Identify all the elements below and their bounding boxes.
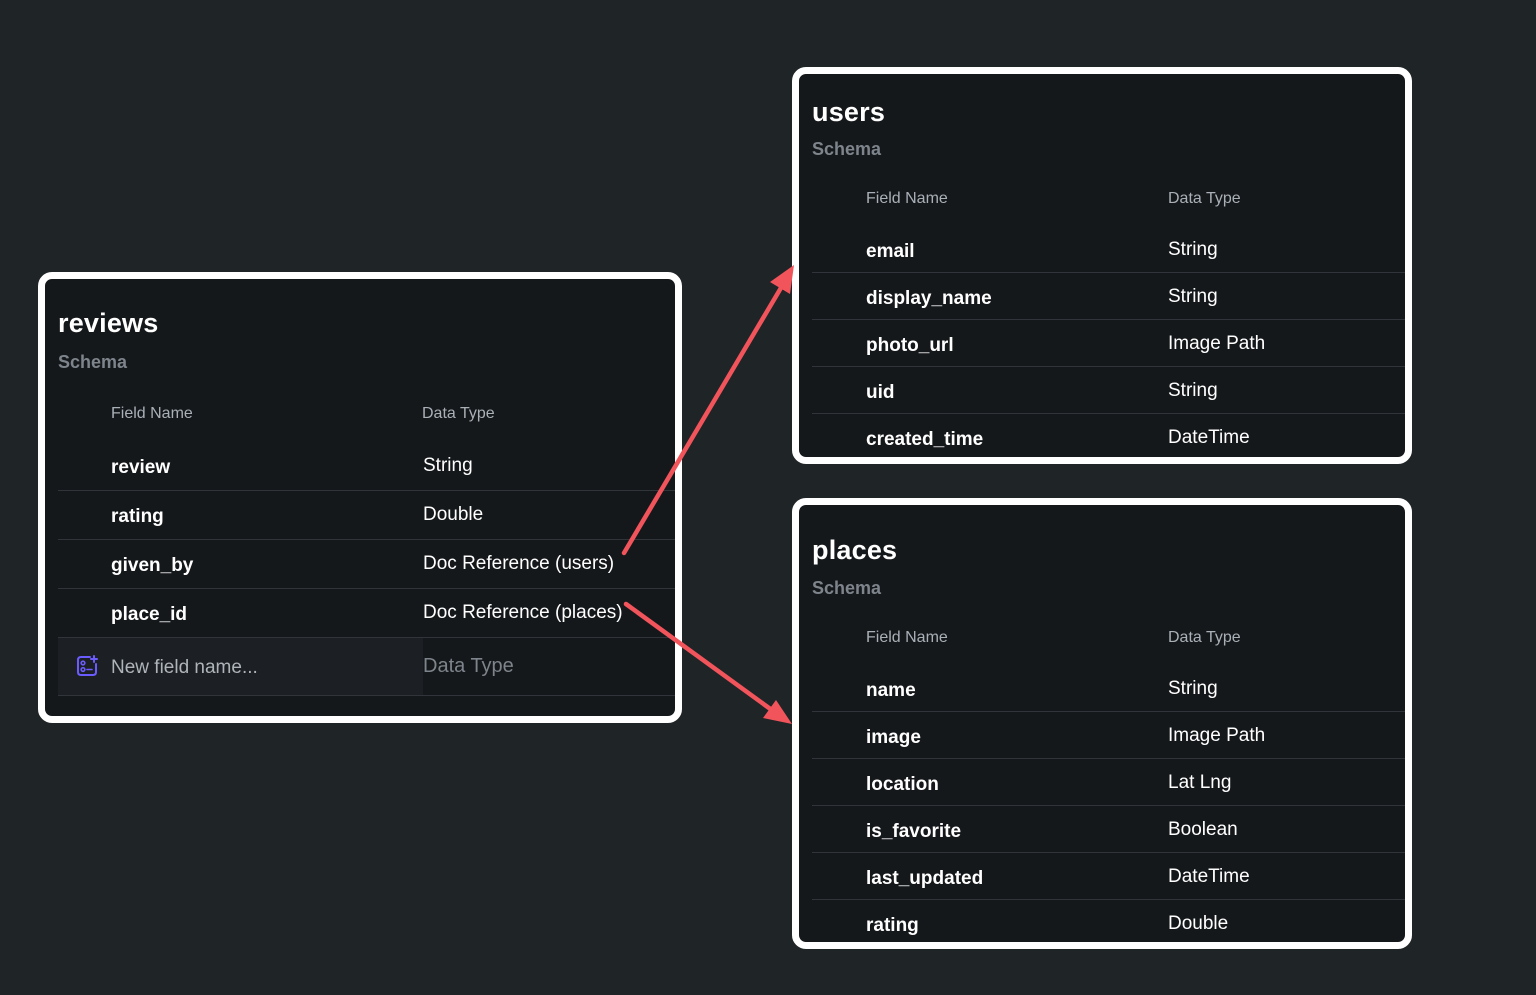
reviews-collection-card[interactable]: reviews Schema Field Name Data Type revi… — [38, 272, 682, 723]
field-name-header: Field Name — [866, 629, 948, 646]
field-type: DateTime — [1168, 427, 1250, 448]
field-type: Double — [1168, 913, 1229, 934]
field-type: Lat Lng — [1168, 772, 1232, 793]
field-row[interactable]: created_time DateTime — [812, 414, 1405, 457]
users-collection-card[interactable]: users Schema Field Name Data Type email … — [792, 67, 1412, 464]
new-field-row[interactable]: New field name... Data Type — [58, 638, 675, 696]
data-type-header: Data Type — [1168, 629, 1241, 646]
field-type: String — [423, 455, 473, 476]
field-name: name — [866, 680, 916, 701]
field-type: Image Path — [1168, 725, 1266, 746]
field-name: photo_url — [866, 335, 954, 356]
field-row[interactable]: given_by Doc Reference (users) — [58, 540, 675, 589]
data-type-header: Data Type — [1168, 190, 1241, 207]
new-field-type-select[interactable]: Data Type — [423, 655, 514, 678]
field-type: String — [1168, 286, 1218, 307]
field-row[interactable]: place_id Doc Reference (places) — [58, 589, 675, 638]
card-subtitle: Schema — [812, 139, 882, 159]
field-name: image — [866, 727, 921, 748]
field-row[interactable]: photo_url Image Path — [812, 320, 1405, 367]
field-name: uid — [866, 382, 895, 403]
field-name: location — [866, 774, 939, 795]
field-row[interactable]: display_name String — [812, 273, 1405, 320]
card-subtitle: Schema — [812, 578, 882, 598]
field-name: display_name — [866, 288, 992, 309]
field-name: created_time — [866, 429, 984, 450]
field-type: String — [1168, 380, 1218, 401]
card-subtitle: Schema — [58, 352, 128, 372]
field-type: Image Path — [1168, 333, 1266, 354]
field-type: Doc Reference (places) — [423, 602, 623, 623]
field-row[interactable]: is_favorite Boolean — [812, 806, 1405, 853]
field-name: last_updated — [866, 868, 984, 889]
field-row[interactable]: uid String — [812, 367, 1405, 414]
data-type-header: Data Type — [422, 405, 495, 422]
places-collection-card[interactable]: places Schema Field Name Data Type name … — [792, 498, 1412, 949]
field-name-header: Field Name — [111, 405, 193, 422]
field-row[interactable]: image Image Path — [812, 712, 1405, 759]
field-type: Double — [423, 504, 484, 525]
new-field-name-input[interactable]: New field name... — [111, 657, 258, 679]
schema-canvas: reviews Schema Field Name Data Type revi… — [0, 0, 1536, 995]
add-field-icon[interactable] — [76, 655, 98, 677]
field-name: email — [866, 241, 915, 262]
field-row[interactable]: email String — [812, 226, 1405, 273]
field-name: review — [111, 457, 171, 478]
field-name-header: Field Name — [866, 190, 948, 207]
field-row[interactable]: rating Double — [812, 900, 1405, 942]
field-row[interactable]: last_updated DateTime — [812, 853, 1405, 900]
card-title: reviews — [58, 308, 159, 338]
field-name: rating — [866, 915, 919, 936]
field-name: given_by — [111, 555, 194, 576]
field-row[interactable]: location Lat Lng — [812, 759, 1405, 806]
new-field-name-cell[interactable]: New field name... — [58, 638, 423, 695]
field-row[interactable]: review String — [58, 442, 675, 491]
field-row[interactable]: name String — [812, 665, 1405, 712]
field-name: is_favorite — [866, 821, 962, 842]
field-row[interactable]: rating Double — [58, 491, 675, 540]
field-type: String — [1168, 239, 1218, 260]
field-name: rating — [111, 506, 164, 527]
field-name: place_id — [111, 604, 188, 625]
field-type: Doc Reference (users) — [423, 553, 615, 574]
field-type: DateTime — [1168, 866, 1250, 887]
field-type: String — [1168, 678, 1218, 699]
card-title: places — [812, 535, 898, 565]
field-type: Boolean — [1168, 819, 1238, 840]
card-title: users — [812, 97, 886, 127]
